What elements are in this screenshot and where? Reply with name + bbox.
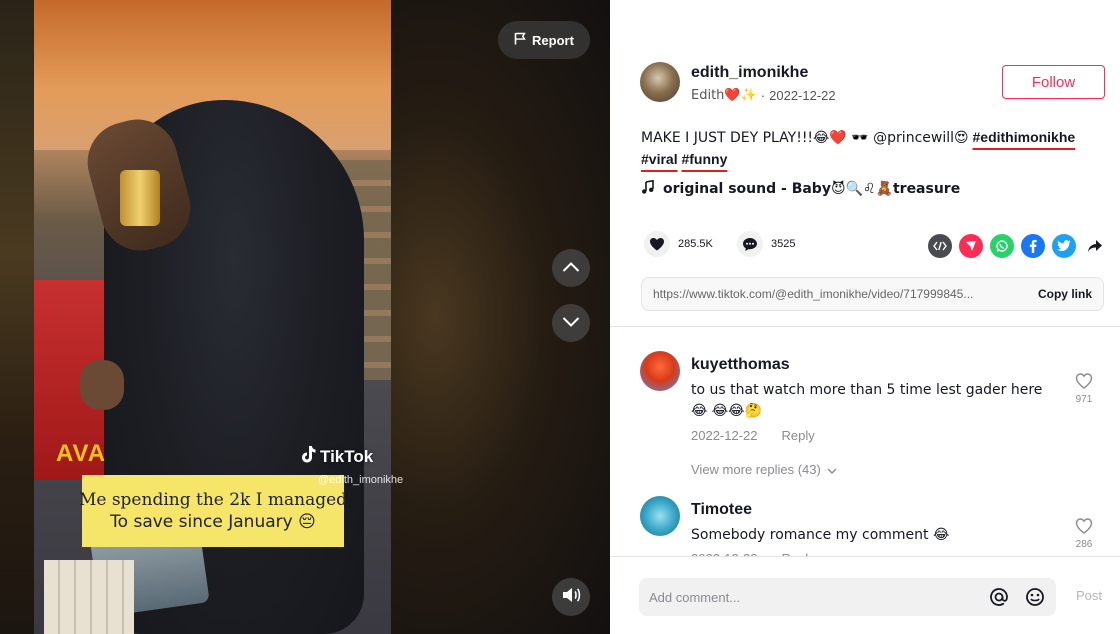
whatsapp-icon[interactable]	[990, 234, 1014, 258]
hashtag-funny[interactable]: #funny	[681, 151, 727, 167]
chevron-down-icon	[562, 314, 580, 332]
author-display-name: Edith❤️✨	[691, 88, 757, 103]
next-video-button[interactable]	[552, 304, 590, 342]
view-more-replies[interactable]: View more replies (43)	[691, 462, 837, 477]
previous-video-button[interactable]	[552, 249, 590, 287]
volume-button[interactable]	[552, 578, 590, 616]
comment-like-count: 971	[1075, 394, 1093, 405]
commenter-avatar[interactable]	[640, 496, 680, 536]
share-icons	[928, 234, 1107, 258]
facebook-icon[interactable]	[1021, 234, 1045, 258]
mention-icon[interactable]	[988, 586, 1010, 608]
info-panel: edith_imonikhe Edith❤️✨ · 2022-12-22 Fol…	[610, 0, 1120, 634]
video-scene-sign-text: AVA	[56, 440, 107, 467]
view-more-label: View more replies (43)	[691, 462, 821, 477]
section-divider	[610, 326, 1120, 327]
chevron-down-icon	[827, 462, 837, 477]
comment-like-count: 286	[1075, 539, 1093, 550]
embed-icon[interactable]	[928, 234, 952, 258]
tiktok-watermark-brand: TikTok	[320, 446, 374, 466]
author-subline: Edith❤️✨ · 2022-12-22	[691, 88, 836, 103]
video-url: https://www.tiktok.com/@edith_imonikhe/v…	[653, 287, 974, 301]
subline-separator: ·	[760, 88, 766, 103]
send-icon[interactable]	[959, 234, 983, 258]
comment-count: 3525	[771, 238, 796, 250]
comment-text: to us that watch more than 5 time lest g…	[691, 382, 1043, 419]
comment-composer: Post	[610, 556, 1120, 634]
follow-button[interactable]: Follow	[1002, 65, 1105, 99]
chevron-up-icon	[562, 259, 580, 277]
tiktok-video-page: AVA Me spending the 2k I managed To save…	[0, 0, 1120, 634]
report-button[interactable]: Report	[498, 21, 590, 59]
music-title: original sound - Baby😈🔍♌🧸treasure	[663, 181, 961, 197]
caption-line-1: Me spending the 2k I managed	[78, 490, 348, 510]
music-note-icon	[641, 179, 655, 198]
flag-icon	[514, 32, 526, 48]
comment-date: 2022-12-22	[691, 428, 758, 443]
caption-line-2: To save since January 😔	[110, 512, 316, 532]
comment-input[interactable]	[649, 589, 974, 605]
comment-input-wrapper	[639, 578, 1056, 616]
video-blur-left	[0, 0, 34, 634]
twitter-icon[interactable]	[1052, 234, 1076, 258]
comment-bubble-icon	[737, 231, 763, 257]
author-username[interactable]: edith_imonikhe	[691, 64, 808, 82]
heart-icon	[644, 231, 670, 257]
share-arrow-icon[interactable]	[1083, 234, 1107, 258]
hashtag-viral[interactable]: #viral	[641, 151, 678, 167]
video-scene-can	[120, 170, 160, 226]
hashtag-edithimonikhe[interactable]: #edithimonikhe	[973, 129, 1076, 145]
copy-link-button[interactable]: Copy link	[1038, 287, 1092, 301]
tiktok-watermark-handle: @edith_imonikhe	[318, 474, 404, 486]
video-caption: Me spending the 2k I managed To save sin…	[78, 475, 348, 547]
post-button[interactable]: Post	[1076, 588, 1102, 603]
emoji-icon[interactable]	[1024, 586, 1046, 608]
post-date: 2022-12-22	[769, 88, 836, 103]
author-avatar[interactable]	[640, 62, 680, 102]
post-description: MAKE I JUST DEY PLAY!!!😂❤️ 🕶️ @princewil…	[641, 127, 1111, 170]
video-panel: AVA Me spending the 2k I managed To save…	[0, 0, 610, 634]
speaker-icon	[561, 586, 581, 609]
music-link[interactable]: original sound - Baby😈🔍♌🧸treasure	[641, 179, 961, 198]
copy-link-box: https://www.tiktok.com/@edith_imonikhe/v…	[641, 277, 1104, 311]
video-scene-cards	[44, 560, 134, 634]
video-scene-hand	[80, 360, 124, 410]
tiktok-watermark: TikTok	[300, 445, 373, 468]
heart-outline-icon	[1075, 518, 1093, 537]
commenter-username[interactable]: Timotee	[691, 501, 752, 519]
comment-stat[interactable]: 3525	[737, 231, 795, 257]
post-text: MAKE I JUST DEY PLAY!!!😂❤️ 🕶️ @princewil…	[641, 130, 969, 146]
like-stat[interactable]: 285.5K	[644, 231, 713, 257]
commenter-username[interactable]: kuyetthomas	[691, 356, 790, 374]
comment-meta: 2022-12-22 Reply	[691, 428, 815, 443]
comment-text: Somebody romance my comment 😂	[691, 527, 950, 543]
tiktok-logo-icon	[300, 445, 316, 468]
comment-like[interactable]: 971	[1072, 373, 1096, 405]
comment-like[interactable]: 286	[1072, 518, 1096, 550]
heart-outline-icon	[1075, 373, 1093, 392]
report-label: Report	[532, 32, 574, 48]
commenter-avatar[interactable]	[640, 351, 680, 391]
reply-button[interactable]: Reply	[782, 428, 815, 443]
like-count: 285.5K	[678, 238, 713, 250]
